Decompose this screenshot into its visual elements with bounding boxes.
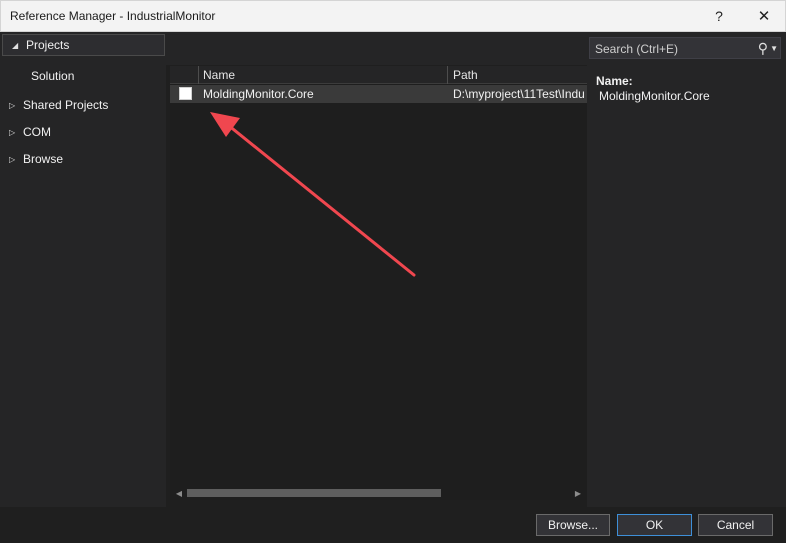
nav-pane: ◢ Projects Solution ▷ Shared Projects ▷ … xyxy=(0,32,166,507)
column-header-path[interactable]: Path xyxy=(453,68,478,82)
column-separator[interactable] xyxy=(198,66,199,84)
column-separator[interactable] xyxy=(447,66,448,84)
list-header: Name Path xyxy=(170,66,587,84)
row-name: MoldingMonitor.Core xyxy=(203,87,314,101)
table-row[interactable]: MoldingMonitor.Core D:\myproject\11Test\… xyxy=(170,85,587,103)
details-name-value: MoldingMonitor.Core xyxy=(599,89,710,103)
nav-item-browse[interactable]: ▷ Browse xyxy=(0,148,166,170)
scroll-right-icon[interactable]: ▶ xyxy=(571,486,585,500)
chevron-down-icon[interactable]: ▼ xyxy=(770,44,778,53)
expanded-arrow-icon: ◢ xyxy=(12,40,19,50)
row-path: D:\myproject\11Test\Indu xyxy=(453,87,585,101)
horizontal-scrollbar[interactable]: ◀ ▶ xyxy=(170,486,587,500)
collapsed-arrow-icon: ▷ xyxy=(9,100,16,110)
scroll-thumb[interactable] xyxy=(187,489,441,497)
button-bar: Browse... OK Cancel xyxy=(0,507,786,543)
browse-button[interactable]: Browse... xyxy=(536,514,610,536)
nav-item-solution[interactable]: Solution xyxy=(0,65,166,87)
nav-item-label: Solution xyxy=(31,69,75,83)
cancel-button[interactable]: Cancel xyxy=(698,514,773,536)
reference-checkbox[interactable] xyxy=(179,87,192,100)
nav-item-shared-projects[interactable]: ▷ Shared Projects xyxy=(0,94,166,116)
reference-list: Name Path MoldingMonitor.Core D:\myproje… xyxy=(170,66,587,486)
search-placeholder: Search (Ctrl+E) xyxy=(595,42,679,56)
collapsed-arrow-icon: ▷ xyxy=(9,154,16,164)
details-pane: Search (Ctrl+E) ⚲ ▼ Name: MoldingMonitor… xyxy=(587,32,786,507)
scroll-left-icon[interactable]: ◀ xyxy=(172,486,186,500)
search-icon[interactable]: ⚲ xyxy=(758,40,768,57)
nav-item-label: COM xyxy=(23,125,51,139)
nav-item-label: Shared Projects xyxy=(23,98,109,112)
ok-button[interactable]: OK xyxy=(617,514,692,536)
search-input[interactable]: Search (Ctrl+E) ⚲ ▼ xyxy=(589,37,781,59)
column-header-name[interactable]: Name xyxy=(203,68,235,82)
nav-item-label: Browse xyxy=(23,152,64,166)
collapsed-arrow-icon: ▷ xyxy=(9,127,16,137)
nav-item-projects[interactable]: ◢ Projects xyxy=(2,34,165,56)
close-button[interactable]: ✕ xyxy=(751,4,777,28)
nav-item-label: Projects xyxy=(26,38,70,52)
list-toolbar-area xyxy=(166,32,587,65)
title-bar: Reference Manager - IndustrialMonitor ? … xyxy=(0,0,786,32)
help-button[interactable]: ? xyxy=(706,4,732,28)
details-name-label: Name: xyxy=(596,74,633,88)
window-title: Reference Manager - IndustrialMonitor xyxy=(10,9,216,23)
nav-item-com[interactable]: ▷ COM xyxy=(0,121,166,143)
